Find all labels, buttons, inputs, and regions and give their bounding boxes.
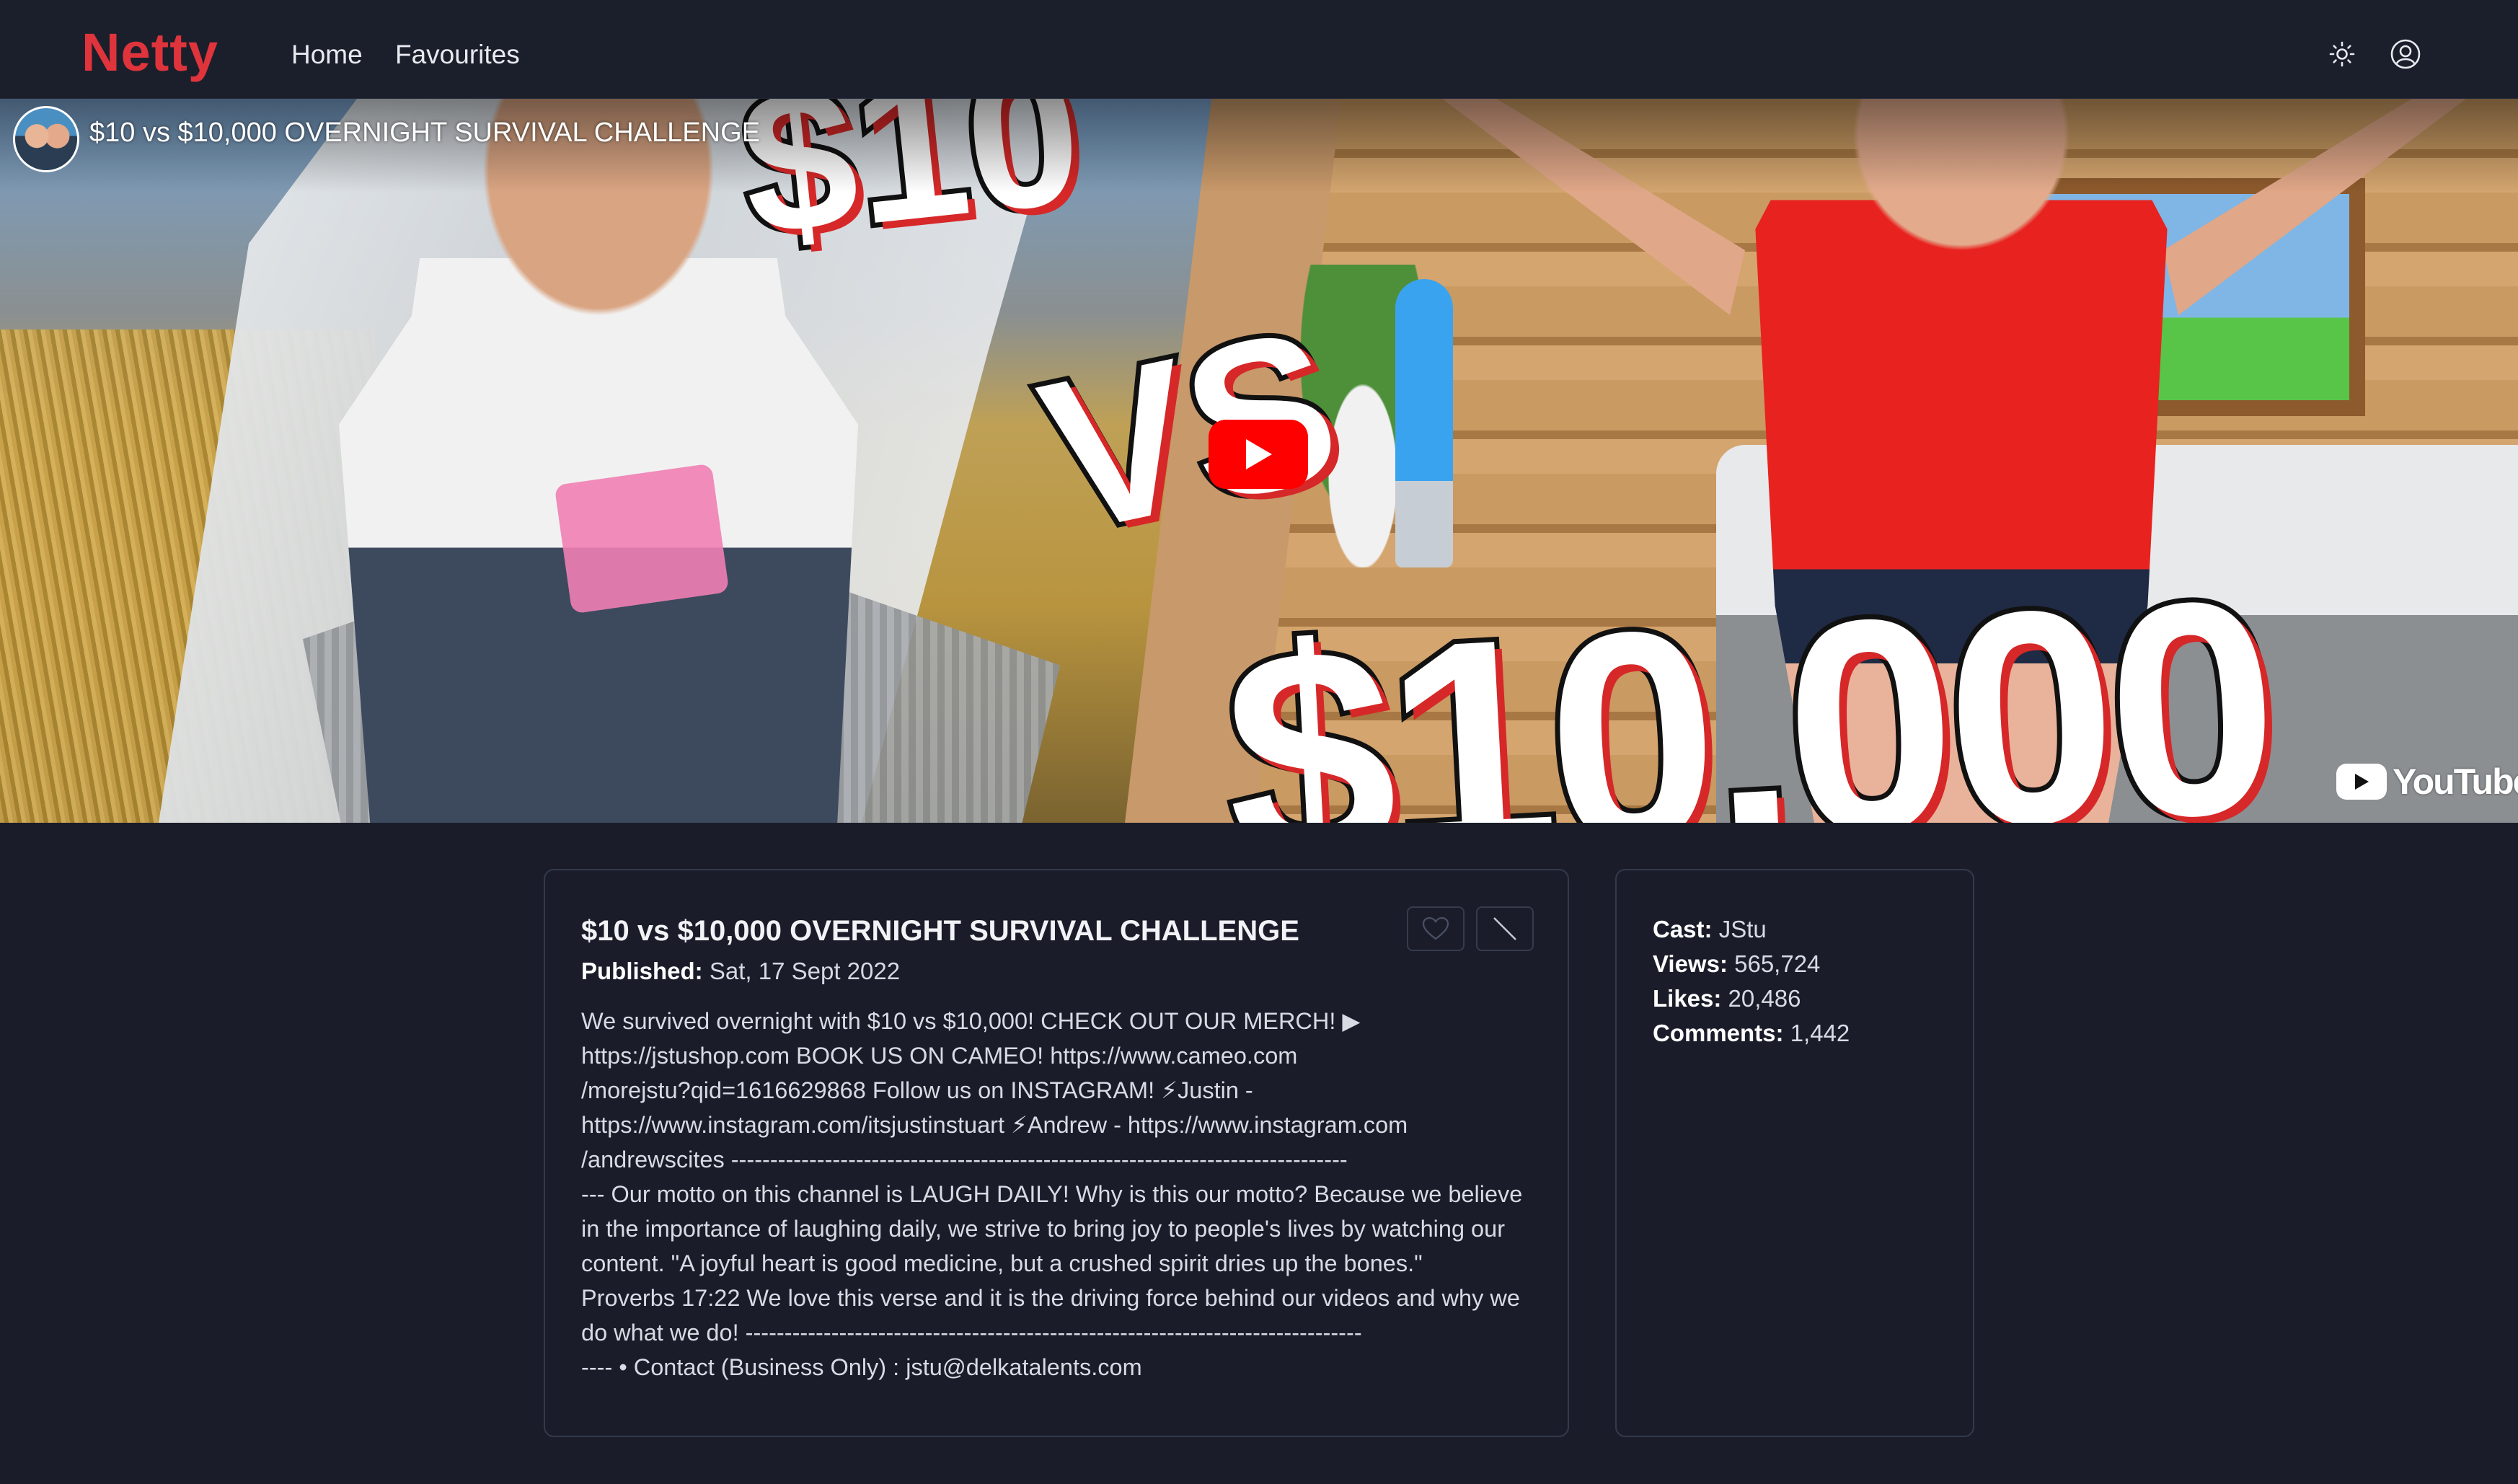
video-title: $10 vs $10,000 OVERNIGHT SURVIVAL CHALLE… [581,915,1299,947]
description-line: We survived overnight with $10 vs $10,00… [581,1008,1361,1034]
sun-icon[interactable] [2326,38,2358,70]
published-label: Published: [581,958,703,984]
description-line: --- Our motto on this channel is LAUGH D… [581,1181,1523,1207]
video-player[interactable]: $10 VS $10,000 $10 vs $10,000 OVERNIGHT … [0,99,2518,823]
video-description: We survived overnight with $10 vs $10,00… [581,1004,1540,1384]
likes-value: 20,486 [1728,985,1801,1012]
likes-row: Likes: 20,486 [1653,981,1937,1016]
nav-home-link[interactable]: Home [291,40,363,70]
video-details-card: $10 vs $10,000 OVERNIGHT SURVIVAL CHALLE… [544,869,1569,1437]
channel-avatar[interactable] [13,106,79,172]
description-line: ---- • Contact (Business Only) : jstu@de… [581,1354,1142,1380]
top-navbar: Netty Home Favourites [0,0,2518,99]
youtube-logo[interactable]: YouTube [2336,761,2518,803]
app-logo[interactable]: Netty [81,22,218,83]
comments-row: Comments: 1,442 [1653,1016,1937,1051]
published-value: Sat, 17 Sept 2022 [709,958,901,984]
comments-value: 1,442 [1790,1020,1850,1046]
views-value: 565,724 [1734,950,1821,977]
comments-label: Comments: [1653,1020,1784,1046]
cast-row: Cast: JStu [1653,912,1937,947]
thumbnail-lamp [1395,279,1453,567]
description-line: Proverbs 17:22 We love this verse and it… [581,1285,1520,1311]
description-line: content. "A joyful heart is good medicin… [581,1250,1423,1276]
thumbnail-shirt-print [554,463,730,614]
user-circle-icon[interactable] [2390,38,2421,70]
slash-icon [1493,917,1516,940]
play-button[interactable] [1209,420,1308,489]
nav-favourites-link[interactable]: Favourites [395,40,520,70]
video-meta-card: Cast: JStu Views: 565,724 Likes: 20,486 … [1615,869,1974,1437]
description-line: in the importance of laughing daily, we … [581,1216,1506,1242]
cast-label: Cast: [1653,916,1713,942]
favourite-button[interactable] [1407,906,1465,951]
description-line: do what we do! -------------------------… [581,1320,1362,1346]
youtube-logo-text: YouTube [2393,761,2518,802]
published-date: Published: Sat, 17 Sept 2022 [581,958,1532,985]
description-line: https://www.instagram.com/itsjustinstuar… [581,1112,1408,1138]
likes-label: Likes: [1653,985,1722,1012]
views-label: Views: [1653,950,1728,977]
views-row: Views: 565,724 [1653,947,1937,981]
heart-icon [1422,917,1449,940]
description-line: https://jstushop.com BOOK US ON CAMEO! h… [581,1043,1298,1069]
description-line: /morejstu?qid=1616629868 Follow us on IN… [581,1077,1253,1103]
thumbnail-text-10000: $10,000 [1213,531,2284,823]
cast-value: JStu [1718,916,1767,942]
youtube-play-icon [2336,764,2387,800]
video-overlay-title[interactable]: $10 vs $10,000 OVERNIGHT SURVIVAL CHALLE… [89,118,760,149]
description-line: /andrewscites --------------------------… [581,1147,1348,1172]
hide-button[interactable] [1476,906,1534,951]
play-icon [1246,439,1272,469]
